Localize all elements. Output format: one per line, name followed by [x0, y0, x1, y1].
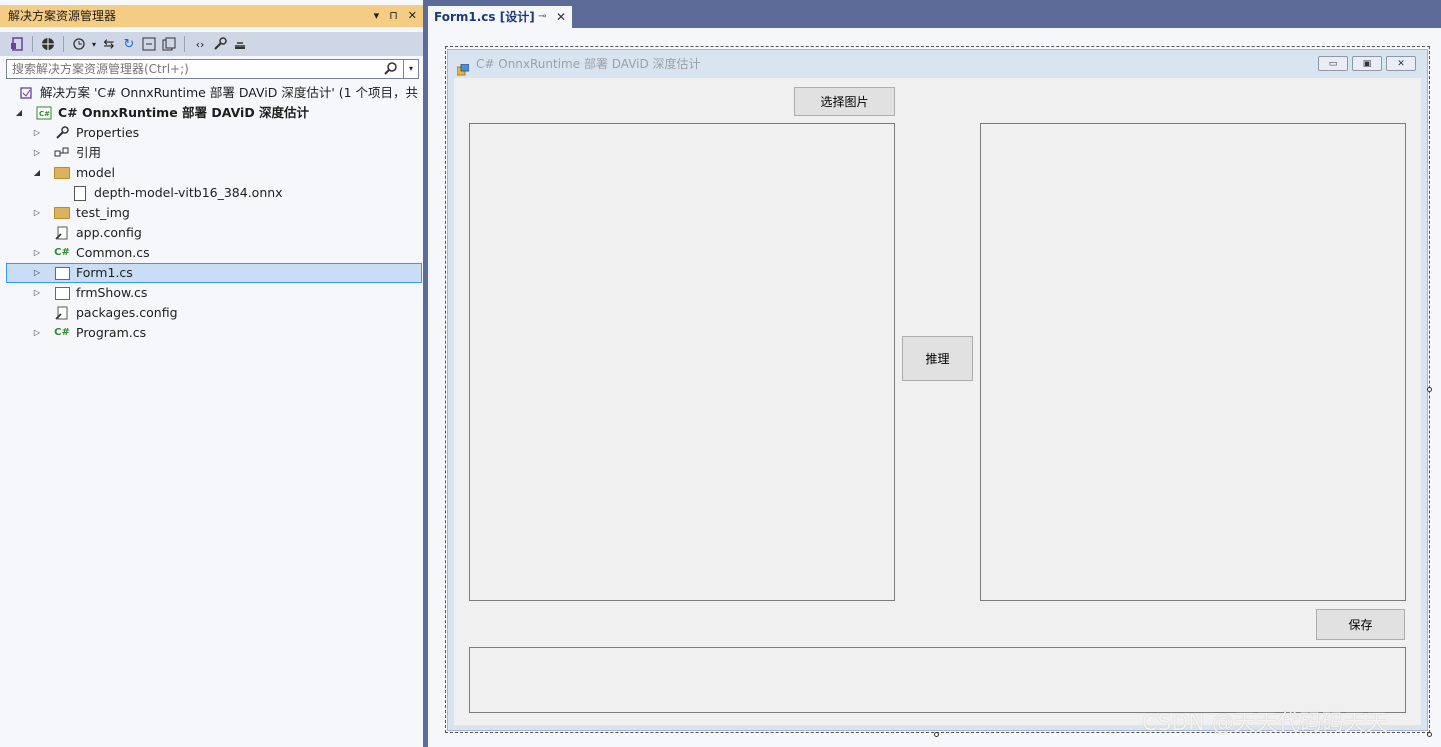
- tree-item-properties[interactable]: ▷ Properties: [6, 123, 422, 143]
- collapsed-arrow-icon[interactable]: ▷: [32, 123, 42, 143]
- tree-item-test-img-folder[interactable]: ▷ test_img: [6, 203, 422, 223]
- folder-icon: [54, 165, 70, 181]
- tree-item-common-cs[interactable]: ▷ C# Common.cs: [6, 243, 422, 263]
- config-icon: [54, 225, 70, 241]
- config-icon: [54, 305, 70, 321]
- collapsed-arrow-icon[interactable]: ▷: [32, 283, 42, 303]
- pin-tab-icon[interactable]: ⊸: [538, 6, 546, 28]
- search-input[interactable]: [7, 60, 392, 78]
- tree-item-label: Form1.cs: [76, 265, 133, 280]
- chevron-down-icon[interactable]: ▾: [90, 35, 98, 53]
- close-icon[interactable]: ✕: [408, 5, 417, 27]
- tree-item-frmshow-cs[interactable]: ▷ frmShow.cs: [6, 283, 422, 303]
- pending-changes-icon[interactable]: [70, 35, 88, 53]
- csharp-file-icon: C#: [54, 247, 70, 258]
- tree-item-label: model: [76, 165, 115, 180]
- solution-explorer-panel: 解决方案资源管理器 ▾ ⊓ ✕ ▾ ⇆ ↻ ‹› 搜索解决方案资源管理器(Ctr…: [0, 0, 423, 747]
- file-icon: [72, 185, 88, 201]
- tree-item-label: packages.config: [76, 305, 178, 320]
- show-all-files-icon[interactable]: [160, 35, 178, 53]
- input-picture-box: [469, 123, 895, 601]
- tree-item-form1-cs[interactable]: ▷ Form1.cs: [6, 263, 422, 283]
- window-position-dropdown-icon[interactable]: ▾: [374, 5, 380, 27]
- collapsed-arrow-icon[interactable]: ▷: [32, 143, 42, 163]
- collapse-all-icon[interactable]: [140, 35, 158, 53]
- switch-views-icon[interactable]: [8, 35, 26, 53]
- infer-button[interactable]: 推理: [902, 336, 973, 381]
- preview-selected-icon[interactable]: [231, 35, 249, 53]
- form-client-area: 选择图片 推理 保存: [454, 78, 1421, 725]
- folder-icon: [54, 205, 70, 221]
- tree-item-label: app.config: [76, 225, 142, 240]
- refresh-icon[interactable]: ↻: [120, 35, 138, 53]
- maximize-icon[interactable]: ▣: [1352, 56, 1382, 71]
- solution-explorer-toolbar: ▾ ⇆ ↻ ‹›: [0, 32, 423, 56]
- tree-item-label: depth-model-vitb16_384.onnx: [94, 185, 283, 200]
- form-icon: [54, 285, 70, 301]
- resize-handle-right[interactable]: [1427, 387, 1432, 392]
- tree-item-label: test_img: [76, 205, 130, 220]
- solution-explorer-search-box[interactable]: ▾: [6, 59, 419, 79]
- tree-item-label: Common.cs: [76, 245, 150, 260]
- close-tab-icon[interactable]: ✕: [556, 6, 566, 28]
- toolbar-separator: [32, 36, 33, 52]
- form-title-bar: C# OnnxRuntime 部署 DAViD 深度估计 ▭ ▣ ✕: [448, 50, 1427, 78]
- csharp-project-icon: C#: [36, 105, 52, 121]
- tree-item-project[interactable]: ◢ C# C# OnnxRuntime 部署 DAViD 深度估计: [6, 103, 422, 123]
- tree-item-model-folder[interactable]: ◢ model: [6, 163, 422, 183]
- tree-item-app-config[interactable]: app.config: [6, 223, 422, 243]
- pin-icon[interactable]: ⊓: [389, 5, 398, 27]
- sync-with-document-icon[interactable]: ⇆: [100, 35, 118, 53]
- collapsed-arrow-icon[interactable]: ▷: [32, 323, 42, 343]
- toolbar-separator: [184, 36, 185, 52]
- toolbar-separator: [63, 36, 64, 52]
- designed-form-window[interactable]: C# OnnxRuntime 部署 DAViD 深度估计 ▭ ▣ ✕ 选择图片 …: [447, 49, 1428, 731]
- resize-handle-bottom[interactable]: [934, 732, 939, 737]
- csharp-file-icon: C#: [54, 327, 70, 338]
- save-button[interactable]: 保存: [1316, 609, 1405, 640]
- tree-item-label: frmShow.cs: [76, 285, 148, 300]
- tree-item-references[interactable]: ▷ 引用: [6, 143, 422, 163]
- resize-handle-corner[interactable]: [1427, 732, 1432, 737]
- collapsed-arrow-icon[interactable]: ▷: [32, 264, 42, 282]
- tree-item-label: Program.cs: [76, 325, 147, 340]
- solution-explorer-title-bar: 解决方案资源管理器 ▾ ⊓ ✕: [0, 5, 423, 27]
- tree-item-label: 解决方案 'C# OnnxRuntime 部署 DAViD 深度估计' (1 个…: [40, 85, 422, 100]
- tree-item-label: C# OnnxRuntime 部署 DAViD 深度估计: [58, 105, 310, 120]
- tab-form1-designer[interactable]: Form1.cs [设计] ⊸ ✕: [428, 6, 572, 28]
- minimize-icon[interactable]: ▭: [1318, 56, 1348, 71]
- solution-icon: [18, 85, 34, 101]
- tree-item-onnx-file[interactable]: depth-model-vitb16_384.onnx: [6, 183, 422, 203]
- search-icon[interactable]: [384, 61, 398, 79]
- search-options-dropdown-icon[interactable]: ▾: [403, 60, 418, 78]
- collapsed-arrow-icon[interactable]: ▷: [32, 243, 42, 263]
- output-textbox[interactable]: [469, 647, 1406, 713]
- view-code-icon[interactable]: ‹›: [191, 35, 209, 53]
- tree-item-program-cs[interactable]: ▷ C# Program.cs: [6, 323, 422, 343]
- app-icon: [456, 58, 470, 76]
- tree-item-packages-config[interactable]: packages.config: [6, 303, 422, 323]
- expanded-arrow-icon[interactable]: ◢: [14, 103, 24, 123]
- references-icon: [54, 145, 70, 161]
- properties-wrench-icon[interactable]: [211, 35, 229, 53]
- collapsed-arrow-icon[interactable]: ▷: [32, 203, 42, 223]
- tree-item-solution[interactable]: 解决方案 'C# OnnxRuntime 部署 DAViD 深度估计' (1 个…: [6, 83, 422, 103]
- form-caption: C# OnnxRuntime 部署 DAViD 深度估计: [476, 57, 701, 71]
- expanded-arrow-icon[interactable]: ◢: [32, 163, 42, 183]
- close-icon[interactable]: ✕: [1386, 56, 1416, 71]
- tree-item-label: Properties: [76, 125, 140, 140]
- watermark: CSDN @天天代码码天天: [1142, 711, 1388, 736]
- tab-label: Form1.cs [设计]: [434, 10, 535, 24]
- select-image-button[interactable]: 选择图片: [794, 87, 895, 116]
- globe-icon[interactable]: [39, 35, 57, 53]
- output-picture-box: [980, 123, 1406, 601]
- solution-explorer-title: 解决方案资源管理器: [8, 9, 117, 23]
- svg-text:C#: C#: [39, 110, 50, 118]
- form-icon: [54, 265, 70, 281]
- tree-item-label: 引用: [76, 145, 102, 160]
- wrench-icon: [54, 125, 70, 141]
